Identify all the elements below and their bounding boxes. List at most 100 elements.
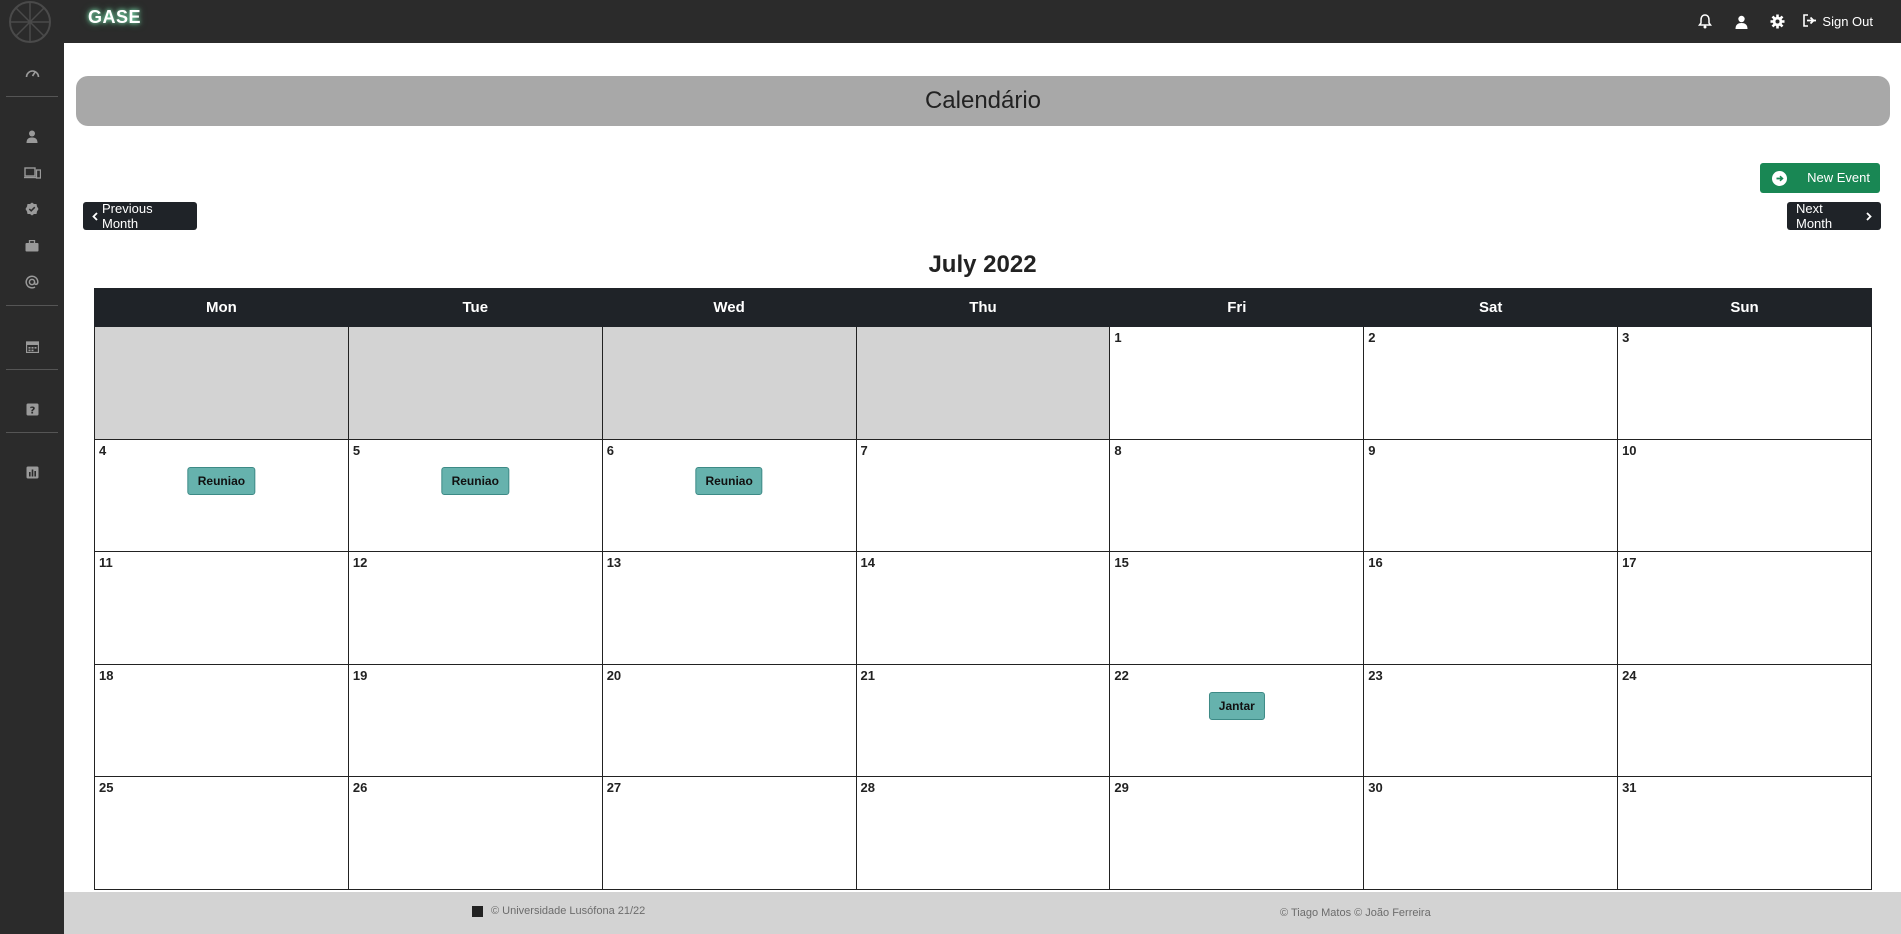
calendar-empty-cell [855, 326, 1111, 440]
calendar-day-cell[interactable]: 15 [1109, 551, 1365, 665]
weekday-header-row: Mon Tue Wed Thu Fri Sat Sun [94, 288, 1872, 327]
calendar-day-cell[interactable]: 2 [1363, 326, 1619, 440]
day-number: 13 [606, 555, 622, 570]
event-badge[interactable]: Jantar [1208, 691, 1265, 720]
weekday-header: Wed [601, 288, 857, 327]
next-month-button[interactable]: Next Month [1787, 201, 1881, 231]
calendar-day-cell[interactable]: 3 [1617, 326, 1872, 440]
chevron-right-icon [1866, 209, 1872, 224]
day-number: 26 [352, 780, 368, 795]
sidebar-item-dashboard[interactable] [0, 55, 64, 91]
chevron-left-icon [92, 209, 98, 224]
calendar-day-cell[interactable]: 1 [1109, 326, 1365, 440]
day-number: 9 [1368, 442, 1376, 458]
calendar-day-cell[interactable]: 30 [1363, 776, 1619, 890]
day-number: 1 [1114, 330, 1122, 345]
day-number: 6 [606, 442, 614, 458]
calendar-icon [25, 340, 39, 353]
calendar-day-cell[interactable]: 6 Reuniao [601, 438, 857, 552]
calendar-day-cell[interactable]: 28 [855, 776, 1111, 890]
calendar-day-cell[interactable]: 19 [347, 663, 603, 777]
calendar-day-cell[interactable]: 22 Jantar [1109, 663, 1365, 777]
new-event-button[interactable]: New Event [1760, 163, 1880, 193]
sidebar-item-jobs[interactable] [0, 228, 64, 264]
weekday-header: Sun [1617, 288, 1872, 327]
badge-check-icon [25, 202, 39, 216]
weekday-header: Sat [1363, 288, 1619, 327]
day-number: 25 [99, 780, 114, 795]
calendar-day-cell[interactable]: 21 [855, 663, 1111, 777]
day-number: 4 [99, 442, 107, 458]
sidebar-item-users[interactable] [0, 118, 64, 154]
calendar-day-cell[interactable]: 23 [1363, 663, 1619, 777]
calendar-day-cell[interactable]: 17 [1617, 551, 1872, 665]
day-number: 18 [99, 667, 114, 683]
day-number: 21 [860, 667, 875, 683]
calendar-empty-cell [347, 326, 603, 440]
calendar-day-cell[interactable]: 31 [1617, 776, 1872, 890]
sidebar-divider [6, 369, 58, 370]
calendar-day-cell[interactable]: 16 [1363, 551, 1619, 665]
event-badge[interactable]: Reuniao [695, 466, 763, 495]
sign-out-button[interactable]: Sign Out [1802, 13, 1873, 30]
day-number: 17 [1622, 555, 1637, 570]
university-logo-icon [472, 905, 483, 917]
calendar-day-cell[interactable]: 20 [601, 663, 857, 777]
app-logo[interactable] [0, 0, 64, 43]
day-number: 15 [1114, 555, 1129, 570]
calendar-day-cell[interactable]: 11 [94, 551, 349, 665]
sidebar-item-certifications[interactable] [0, 191, 64, 227]
calendar-day-cell[interactable]: 13 [601, 551, 857, 665]
calendar-week-row: 18 19 20 21 22 Jantar 23 24 [94, 663, 1872, 777]
day-number: 29 [1114, 780, 1129, 795]
sidebar-item-calendar[interactable] [0, 328, 64, 364]
event-badge[interactable]: Reuniao [187, 466, 256, 495]
gear-icon[interactable] [1766, 11, 1788, 33]
day-number: 22 [1114, 667, 1129, 683]
calendar-day-cell[interactable]: 12 [347, 551, 603, 665]
calendar-day-cell[interactable]: 8 [1109, 438, 1365, 552]
weekday-header: Mon [94, 288, 349, 327]
calendar-day-cell[interactable]: 9 [1363, 438, 1619, 552]
calendar-day-cell[interactable]: 24 [1617, 663, 1872, 777]
calendar-day-cell[interactable]: 29 [1109, 776, 1365, 890]
calendar-day-cell[interactable]: 26 [347, 776, 603, 890]
calendar-week-row: 1 2 3 [94, 326, 1872, 440]
calendar-day-cell[interactable]: 7 [855, 438, 1111, 552]
event-badge[interactable]: Reuniao [441, 466, 509, 495]
calendar-empty-cell [601, 326, 857, 440]
calendar-day-cell[interactable]: 5 Reuniao [347, 438, 603, 552]
footer-left: © Universidade Lusófona 21/22 [472, 905, 645, 917]
calendar-day-cell[interactable]: 14 [855, 551, 1111, 665]
bell-icon[interactable] [1694, 11, 1716, 33]
weekday-header: Fri [1109, 288, 1365, 327]
sign-out-icon [1802, 13, 1817, 30]
calendar-day-cell[interactable]: 10 [1617, 438, 1872, 552]
day-number: 20 [606, 667, 622, 683]
day-number: 14 [860, 555, 875, 570]
day-number: 16 [1368, 555, 1383, 570]
sidebar-divider [6, 305, 58, 306]
day-number: 31 [1622, 780, 1637, 795]
previous-month-button[interactable]: Previous Month [83, 201, 197, 231]
calendar-day-cell[interactable]: 25 [94, 776, 349, 890]
day-number: 3 [1622, 330, 1630, 345]
calendar-week-row: 4 Reuniao 5 Reuniao 6 Reuniao 7 8 9 10 [94, 438, 1872, 552]
at-icon [25, 275, 39, 289]
user-icon[interactable] [1730, 11, 1752, 33]
svg-text:?: ? [29, 405, 35, 416]
calendar-grid: Mon Tue Wed Thu Fri Sat Sun 1 2 3 4 Reuni… [94, 288, 1872, 890]
calendar-day-cell[interactable]: 4 Reuniao [94, 438, 349, 552]
calendar-day-cell[interactable]: 27 [601, 776, 857, 890]
sidebar-item-devices[interactable] [0, 155, 64, 191]
sidebar-item-help[interactable]: ? [0, 391, 64, 427]
calendar-day-cell[interactable]: 18 [94, 663, 349, 777]
day-number: 28 [860, 780, 875, 795]
brand-name[interactable]: GASE [88, 7, 141, 28]
page-title: Calendário [924, 87, 1042, 114]
calendar-week-row: 25 26 27 28 29 30 31 [94, 776, 1872, 890]
sidebar-divider [6, 96, 58, 97]
sidebar-item-contacts[interactable] [0, 264, 64, 300]
sign-out-label: Sign Out [1822, 14, 1873, 29]
sidebar-item-reports[interactable] [0, 454, 64, 490]
